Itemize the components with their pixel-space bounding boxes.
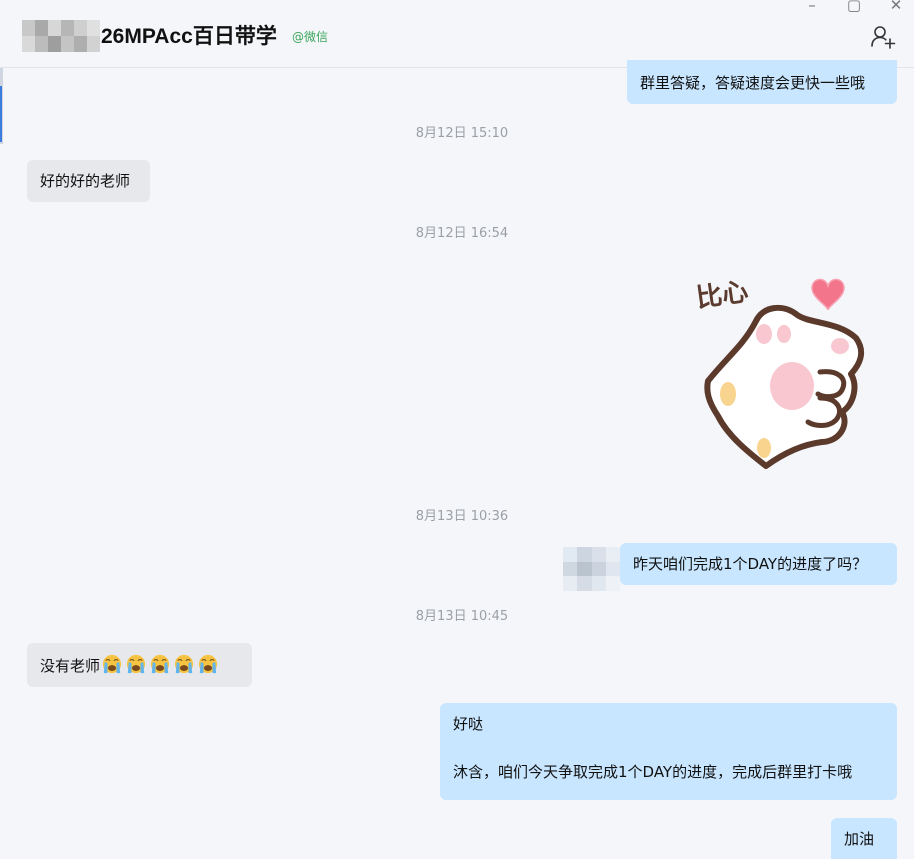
message-outgoing[interactable]: 群里答疑，答疑速度会更快一些哦 — [627, 60, 897, 104]
minimize-icon[interactable]: – — [804, 0, 820, 14]
loudly-crying-face-icon — [102, 654, 122, 674]
window-controls: – ▢ ✕ — [804, 0, 904, 14]
timestamp: 8月13日 10:45 — [415, 609, 509, 624]
add-member-icon[interactable] — [870, 24, 896, 50]
message-outgoing[interactable]: 昨天咱们完成1个DAY的进度了吗？ — [620, 543, 897, 585]
message-incoming[interactable]: 好的好的老师 — [27, 160, 150, 202]
message-outgoing[interactable]: 加油 — [831, 818, 897, 859]
maximize-icon[interactable]: ▢ — [846, 0, 862, 14]
close-icon[interactable]: ✕ — [888, 0, 904, 14]
chat-window: – ▢ ✕ 26MPAcc百日带学 @微信 群里答疑，答疑速度会更快一些哦 8月… — [0, 0, 914, 859]
message-text-line: 沐含，咱们今天争取完成1个DAY的进度，完成后群里打卡哦 — [453, 763, 853, 781]
blurred-name-icon — [22, 20, 100, 52]
chat-header: – ▢ ✕ 26MPAcc百日带学 @微信 — [0, 0, 914, 68]
loudly-crying-face-icon — [126, 654, 146, 674]
sticker-caption: 比心 — [694, 277, 750, 314]
message-text: 好的好的老师 — [40, 172, 131, 190]
timestamp: 8月13日 10:36 — [415, 509, 509, 524]
blurred-avatar-icon — [563, 547, 620, 591]
chat-title: 26MPAcc百日带学 — [101, 25, 277, 48]
message-text: 加油 — [844, 830, 875, 848]
timestamp: 8月12日 16:54 — [415, 226, 509, 241]
loudly-crying-face-icon — [174, 654, 194, 674]
message-text-line: 好哒 — [453, 715, 484, 733]
loudly-crying-face-icon — [198, 654, 218, 674]
source-tag: @微信 — [292, 30, 329, 44]
message-text: 昨天咱们完成1个DAY的进度了吗？ — [633, 555, 868, 573]
heart-hand-sticker-icon[interactable]: 比心 — [688, 266, 876, 476]
message-outgoing[interactable]: 好哒 沐含，咱们今天争取完成1个DAY的进度，完成后群里打卡哦 — [440, 703, 897, 800]
message-text: 没有老师 — [40, 657, 101, 675]
message-incoming[interactable]: 没有老师 — [27, 643, 252, 687]
loudly-crying-face-icon — [150, 654, 170, 674]
timestamp: 8月12日 15:10 — [415, 126, 509, 141]
message-text: 群里答疑，答疑速度会更快一些哦 — [640, 74, 866, 92]
